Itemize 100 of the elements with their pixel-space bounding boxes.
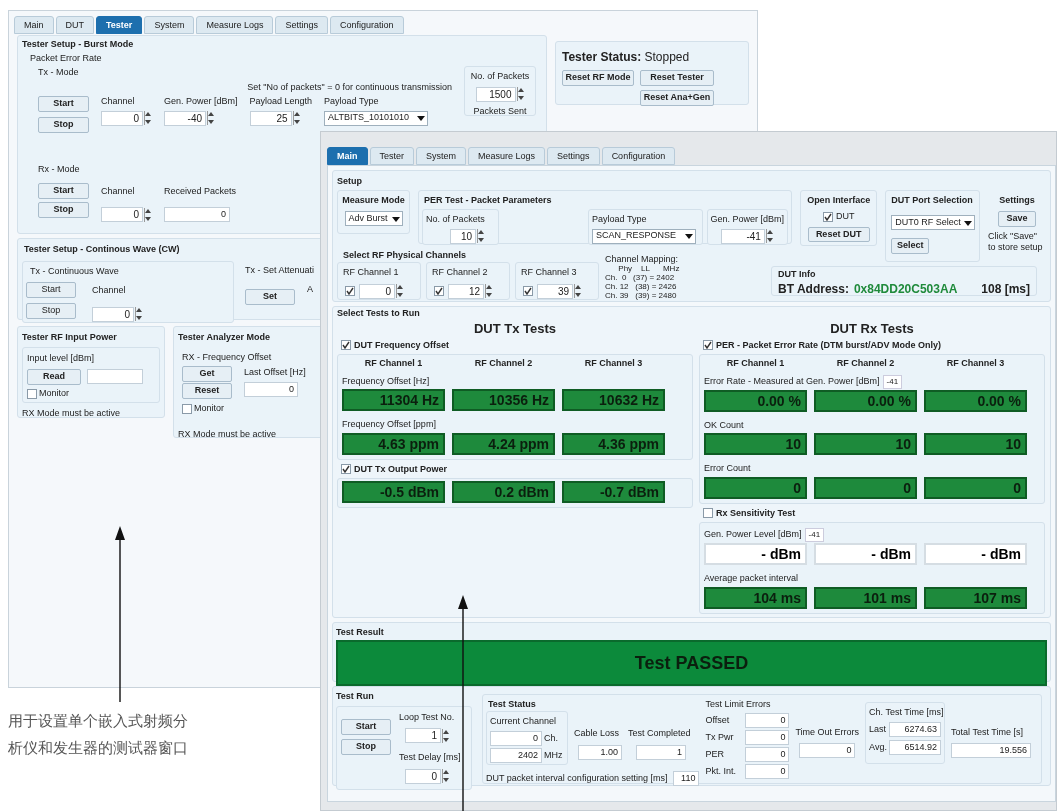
tab[interactable]: Tester: [96, 16, 143, 34]
checkbox[interactable]: [523, 286, 533, 296]
field-label: Packet Error Rate: [30, 51, 102, 65]
spinner-icon[interactable]: [207, 111, 215, 125]
checkbox[interactable]: [703, 340, 713, 351]
checkbox[interactable]: [341, 340, 351, 351]
number-field[interactable]: 0: [101, 110, 143, 126]
action-button[interactable]: Reset: [182, 383, 232, 399]
text-field[interactable]: 0: [745, 730, 790, 745]
checkbox[interactable]: [345, 286, 355, 296]
number-field[interactable]: -41: [720, 228, 765, 244]
tab[interactable]: Configuration: [601, 147, 676, 165]
tab[interactable]: Main: [14, 16, 54, 34]
column-header: RF Channel 1: [363, 357, 424, 370]
number-field[interactable]: 0: [101, 207, 143, 222]
text-field[interactable]: 0: [164, 207, 230, 222]
text-field[interactable]: 0: [745, 764, 790, 779]
checkbox[interactable]: [182, 403, 192, 414]
number-field[interactable]: 1500: [475, 86, 516, 102]
action-button[interactable]: Start: [341, 718, 391, 735]
spinner-icon[interactable]: [442, 769, 450, 783]
section-title: Measure Mode: [342, 193, 405, 207]
text-field[interactable]: 0: [745, 713, 790, 728]
time-text: 108 [ms]: [981, 281, 1030, 296]
action-button[interactable]: Stop: [38, 117, 89, 133]
dropdown[interactable]: ALTBITS_10101010: [324, 110, 429, 126]
checkbox[interactable]: [27, 388, 37, 399]
action-button[interactable]: Read: [27, 369, 81, 385]
tab[interactable]: Settings: [275, 16, 328, 34]
spinner-icon[interactable]: [574, 284, 582, 298]
dropdown[interactable]: Adv Burst: [344, 211, 403, 226]
text-field[interactable]: 1.00: [578, 744, 622, 760]
action-button[interactable]: Stop: [26, 303, 76, 319]
tab[interactable]: Tester: [369, 147, 415, 165]
field-label: RX Mode must be active: [22, 406, 121, 420]
action-button[interactable]: Reset Ana+Gen: [640, 90, 714, 106]
tab[interactable]: System: [144, 16, 195, 34]
checkbox[interactable]: [822, 211, 833, 222]
text-field[interactable]: 1: [636, 744, 686, 760]
spinner-icon[interactable]: [477, 229, 486, 243]
action-button[interactable]: Reset RF Mode: [562, 70, 634, 86]
section-title: DUT Frequency Offset: [354, 338, 449, 352]
section-title: Setup: [337, 175, 362, 188]
field-label: RX Mode must be active: [178, 427, 277, 441]
number-field[interactable]: 39: [537, 283, 573, 299]
action-button[interactable]: Start: [38, 182, 89, 199]
action-button[interactable]: Stop: [38, 201, 89, 218]
tab[interactable]: DUT: [55, 16, 94, 34]
text-field[interactable]: 6274.63: [889, 722, 942, 737]
spinner-icon[interactable]: [144, 207, 152, 222]
action-button[interactable]: Stop: [341, 738, 391, 755]
spinner-icon[interactable]: [144, 111, 152, 125]
text-field[interactable]: 0: [745, 747, 790, 762]
number-field[interactable]: 1: [405, 728, 441, 743]
action-button[interactable]: Reset Tester: [640, 70, 714, 86]
spinner-icon[interactable]: [485, 284, 493, 298]
action-button[interactable]: Set: [245, 289, 295, 305]
text-field[interactable]: 0: [244, 381, 298, 397]
field-label: Cable Loss: [574, 727, 620, 740]
checkbox[interactable]: [703, 508, 713, 519]
text-field[interactable]: 2402: [490, 747, 542, 763]
spinner-icon[interactable]: [516, 87, 525, 101]
number-field[interactable]: 10: [450, 228, 477, 244]
field-label: Offset: [705, 713, 730, 727]
action-button[interactable]: Start: [26, 282, 76, 298]
spinner-icon[interactable]: [292, 111, 301, 125]
action-button[interactable]: Start: [38, 96, 89, 112]
action-button[interactable]: Save: [998, 211, 1036, 227]
tab[interactable]: Main: [327, 147, 368, 165]
tab[interactable]: Settings: [547, 147, 600, 165]
tab[interactable]: System: [416, 147, 467, 165]
spinner-icon[interactable]: [442, 728, 450, 743]
spinner-icon[interactable]: [135, 307, 143, 321]
number-field[interactable]: -40: [164, 110, 206, 126]
text-field[interactable]: [87, 369, 143, 384]
number-field[interactable]: 0: [405, 768, 441, 784]
number-field[interactable]: 0: [359, 283, 395, 299]
tab[interactable]: Measure Logs: [196, 16, 274, 34]
tab[interactable]: Configuration: [329, 16, 404, 34]
text-field[interactable]: 110: [673, 771, 700, 786]
text-field[interactable]: 19.556: [951, 743, 1032, 758]
checkbox[interactable]: [341, 464, 351, 475]
tab[interactable]: Measure Logs: [468, 147, 546, 165]
spinner-icon[interactable]: [396, 284, 404, 298]
field-label: Test Limit Errors: [705, 697, 771, 711]
checkbox[interactable]: [434, 286, 444, 296]
spinner-icon[interactable]: [765, 229, 774, 243]
number-field[interactable]: 25: [249, 110, 292, 126]
action-button[interactable]: Select: [891, 238, 930, 254]
action-button[interactable]: Get: [182, 366, 232, 382]
dropdown[interactable]: SCAN_RESPONSE: [592, 228, 697, 244]
text-field[interactable]: 6514.92: [889, 740, 942, 755]
action-button[interactable]: Reset DUT: [807, 226, 870, 242]
dropdown[interactable]: DUT0 RF Select: [891, 215, 976, 230]
field-label: Current Channel: [490, 715, 557, 728]
field-label: Tx Pwr: [705, 730, 734, 744]
number-field[interactable]: 0: [92, 306, 134, 322]
text-field[interactable]: 0: [799, 743, 856, 758]
number-field[interactable]: 12: [448, 283, 484, 299]
text-field[interactable]: 0: [490, 730, 542, 746]
